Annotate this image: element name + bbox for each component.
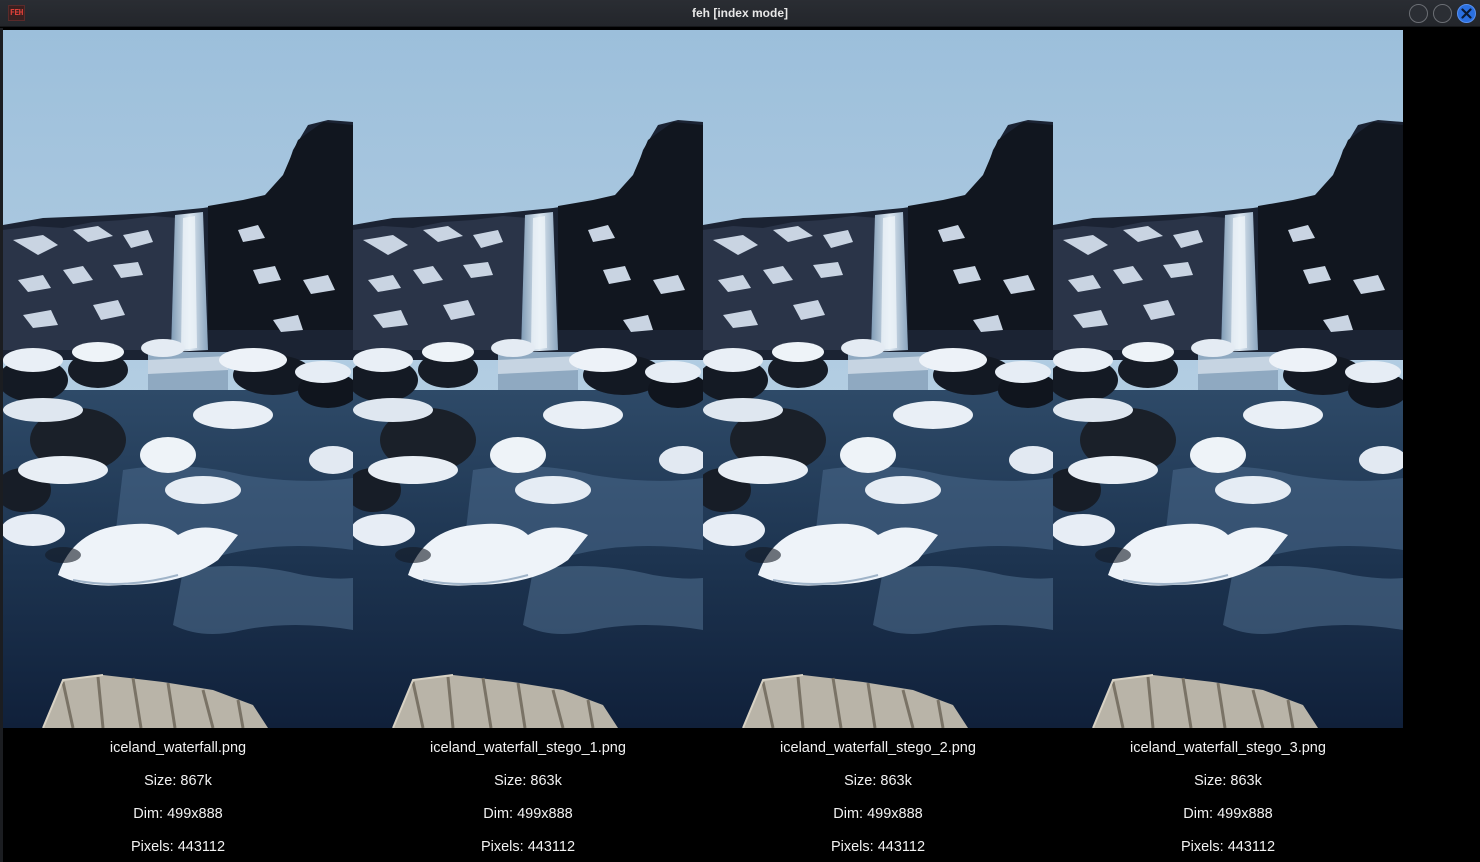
- thumbnail-pixels: Pixels: 443112: [1180, 839, 1276, 855]
- thumbnail-dimensions: Dim: 499x888: [1183, 806, 1273, 822]
- thumbnail-image[interactable]: [3, 30, 353, 728]
- thumbnail-image[interactable]: [703, 30, 1053, 728]
- thumbnail-caption: iceland_waterfall_stego_1.png Size: 863k D…: [353, 728, 703, 862]
- thumbnail-filename: iceland_waterfall.png: [109, 740, 247, 756]
- thumbnail-caption: iceland_waterfall.png Size: 867k Dim: 499x…: [3, 728, 353, 862]
- thumbnail-size: Size: 863k: [1194, 773, 1262, 789]
- thumbnail-filename: iceland_waterfall_stego_3.png: [1130, 740, 1326, 756]
- window-title: feh [index mode]: [691, 6, 788, 20]
- feh-window: FEH feh [index mode] iceland_waterfall.p…: [0, 0, 1480, 862]
- thumbnail-dimensions: Dim: 499x888: [483, 806, 573, 822]
- maximize-button[interactable]: [1433, 4, 1452, 23]
- thumbnail-size: Size: 867k: [144, 773, 212, 789]
- thumbnail-caption: iceland_waterfall_stego_3.png Size: 863k D…: [1053, 728, 1403, 862]
- close-icon: [1461, 8, 1472, 19]
- thumbnail-size: Size: 863k: [844, 773, 912, 789]
- thumbnail-filename: iceland_waterfall_stego_2.png: [780, 740, 976, 756]
- waterfall-thumbnail: [1053, 30, 1403, 728]
- thumbnail-dimensions: Dim: 499x888: [133, 806, 223, 822]
- window-controls: [1409, 4, 1476, 23]
- waterfall-thumbnail: [353, 30, 703, 728]
- minimize-button[interactable]: [1409, 4, 1428, 23]
- title-bar[interactable]: FEH feh [index mode]: [0, 0, 1480, 27]
- thumbnail-pixels: Pixels: 443112: [830, 839, 926, 855]
- thumbnail-dimensions: Dim: 499x888: [833, 806, 923, 822]
- thumbnail-pixels: Pixels: 443112: [480, 839, 576, 855]
- thumbnail-image[interactable]: [353, 30, 703, 728]
- close-button[interactable]: [1457, 4, 1476, 23]
- thumbnail-pixels: Pixels: 443112: [130, 839, 226, 855]
- waterfall-thumbnail: [3, 30, 353, 728]
- thumbnail-size: Size: 863k: [494, 773, 562, 789]
- thumbnail-filename: iceland_waterfall_stego_1.png: [430, 740, 626, 756]
- index-view[interactable]: iceland_waterfall.png Size: 867k Dim: 499x…: [0, 28, 1480, 862]
- thumbnail-caption: iceland_waterfall_stego_2.png Size: 863k D…: [703, 728, 1053, 862]
- waterfall-thumbnail: [703, 30, 1053, 728]
- thumbnail-image[interactable]: [1053, 30, 1403, 728]
